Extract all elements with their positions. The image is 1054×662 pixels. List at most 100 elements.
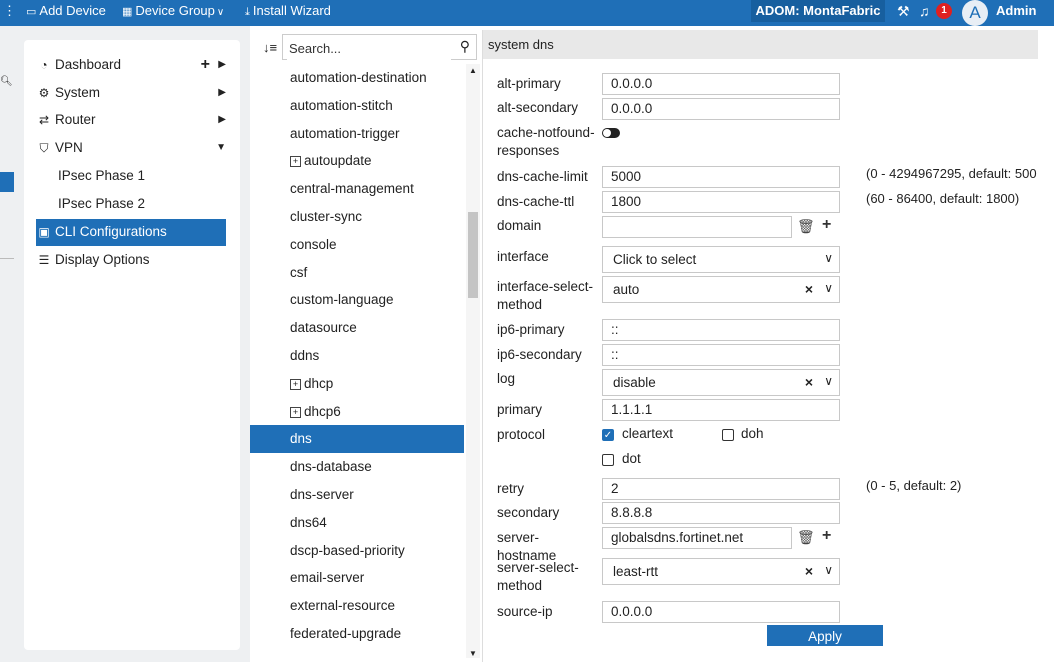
server-hostname-input[interactable]: globalsdns.fortinet.net <box>602 527 792 549</box>
list-item[interactable]: + autoupdate <box>250 147 464 175</box>
cache-notfound-toggle[interactable] <box>602 128 620 138</box>
doh-checkbox[interactable] <box>722 429 734 441</box>
search-icon[interactable]: 🔍︎ <box>0 76 13 87</box>
bell-icon[interactable]: ♫ <box>919 0 930 26</box>
sidebar-item-vpn[interactable]: ⛉ VPN ▼ <box>36 135 236 162</box>
list-item[interactable]: + dhcp <box>250 370 464 398</box>
sidebar-item-router[interactable]: ⇄ Router ▶ <box>36 107 236 134</box>
wrench-icon[interactable]: ⚒ <box>897 0 910 26</box>
clear-icon[interactable]: × <box>805 370 813 395</box>
list-item[interactable]: datasource <box>250 314 464 342</box>
list-item[interactable]: central-management <box>250 175 464 203</box>
sidebar-item-ipsec-phase2[interactable]: IPsec Phase 2 <box>58 191 258 218</box>
search-icon[interactable]: ⚲ <box>460 38 470 55</box>
list-item-label: dscp-based-priority <box>290 542 405 558</box>
field-label: ip6-primary <box>497 322 565 337</box>
source-ip-input[interactable]: 0.0.0.0 <box>602 601 840 623</box>
interface-select[interactable]: Click to select ∨ <box>602 246 840 273</box>
list-item-label: datasource <box>290 320 357 336</box>
install-wizard-button[interactable]: ⤓ Install Wizard <box>245 0 331 26</box>
panel-title: system dns <box>483 30 1039 59</box>
ip6-primary-input[interactable]: :: <box>602 319 840 341</box>
list-item[interactable]: dns <box>250 425 464 454</box>
clear-icon[interactable]: × <box>805 559 813 584</box>
list-item[interactable]: dns64 <box>250 509 464 537</box>
notification-badge: 1 <box>936 3 952 19</box>
add-device-button[interactable]: ▭ Add Device <box>26 0 106 26</box>
list-item[interactable]: federated-upgrade <box>250 620 464 648</box>
collapsed-gutter: 🔍︎ <box>0 26 14 662</box>
device-icon: ▭ <box>26 6 37 18</box>
device-group-button[interactable]: ▦ Device Group ∨ <box>122 0 224 26</box>
list-item[interactable]: automation-stitch <box>250 92 464 120</box>
scrollbar[interactable]: ▲ ▼ <box>466 64 480 658</box>
expand-icon[interactable]: + <box>290 406 301 418</box>
field-label: alt-secondary <box>497 100 579 115</box>
sidebar-item-cli-configurations[interactable]: ▣ CLI Configurations <box>36 219 226 246</box>
checkbox-label: doh <box>741 426 764 441</box>
server-select-method-select[interactable]: least-rtt × ∨ <box>602 558 840 585</box>
list-item[interactable]: csf <box>250 259 464 287</box>
chevron-right-icon: ▶ <box>218 87 226 98</box>
sidebar-item-ipsec-phase1[interactable]: IPsec Phase 1 <box>58 163 258 190</box>
list-item-label: dns64 <box>290 514 327 530</box>
list-item[interactable]: dns-server <box>250 481 464 509</box>
interface-select-method-select[interactable]: auto × ∨ <box>602 276 840 303</box>
expand-icon[interactable]: + <box>290 156 301 168</box>
list-item-label: automation-trigger <box>290 125 400 141</box>
list-item-label: dhcp6 <box>304 403 341 419</box>
list-item[interactable]: external-resource <box>250 592 464 620</box>
list-item[interactable]: automation-destination <box>250 64 464 92</box>
list-item[interactable]: ddns <box>250 342 464 370</box>
field-label: cache-notfound-responses <box>497 125 595 158</box>
avatar[interactable]: A <box>962 0 988 26</box>
retry-input[interactable]: 2 <box>602 478 840 500</box>
sidebar-item-system[interactable]: ⚙ System ▶ <box>36 80 236 107</box>
log-select[interactable]: disable × ∨ <box>602 369 840 396</box>
clear-icon[interactable]: × <box>805 277 813 302</box>
ip6-secondary-input[interactable]: :: <box>602 344 840 366</box>
alt-primary-input[interactable]: 0.0.0.0 <box>602 73 840 95</box>
alt-secondary-input[interactable]: 0.0.0.0 <box>602 98 840 120</box>
cleartext-checkbox[interactable]: ✓ <box>602 429 614 441</box>
list-item[interactable]: + dhcp6 <box>250 398 464 426</box>
list-item[interactable]: custom-language <box>250 286 464 314</box>
range-hint: (60 - 86400, default: 1800) <box>866 191 1020 206</box>
search-box[interactable]: ⚲ <box>282 34 477 60</box>
list-item[interactable]: email-server <box>250 564 464 592</box>
trash-icon[interactable]: 🗑︎ <box>797 529 815 546</box>
dns-cache-limit-input[interactable]: 5000 <box>602 166 840 188</box>
search-input[interactable] <box>287 36 451 60</box>
sidebar-item-dashboard[interactable]: ◔ Dashboard + ▶ <box>36 52 236 79</box>
add-icon[interactable]: + <box>822 216 831 234</box>
expand-icon[interactable]: + <box>290 378 301 390</box>
add-icon[interactable]: + <box>822 527 831 545</box>
list-item[interactable]: console <box>250 231 464 259</box>
domain-input[interactable] <box>602 216 792 238</box>
sidebar-item-display-options[interactable]: ☰ Display Options <box>36 247 236 274</box>
checkbox-label: cleartext <box>622 426 674 441</box>
sort-icon[interactable]: ↓≡ <box>258 38 282 58</box>
add-icon[interactable]: + <box>201 52 210 78</box>
list-item[interactable]: dns-database <box>250 453 464 481</box>
router-icon: ⇄ <box>38 113 50 127</box>
adom-selector[interactable]: ADOM: MontaFabric <box>751 0 885 22</box>
dot-checkbox[interactable] <box>602 454 614 466</box>
settings-panel: system dns alt-primary 0.0.0.0 alt-secon… <box>482 30 1039 662</box>
list-item[interactable]: automation-trigger <box>250 120 464 148</box>
field-label: log <box>497 371 516 386</box>
scroll-up-icon[interactable]: ▲ <box>466 66 480 75</box>
trash-icon[interactable]: 🗑︎ <box>797 218 815 235</box>
primary-input[interactable]: 1.1.1.1 <box>602 399 840 421</box>
user-name[interactable]: Admin <box>996 0 1036 26</box>
apply-button[interactable]: Apply <box>767 625 883 646</box>
menu-dots-icon[interactable]: ⋮ <box>3 0 16 26</box>
list-item[interactable]: cluster-sync <box>250 203 464 231</box>
dns-cache-ttl-input[interactable]: 1800 <box>602 191 840 213</box>
scroll-thumb[interactable] <box>468 212 478 298</box>
list-item-label: dns <box>290 431 312 447</box>
scroll-down-icon[interactable]: ▼ <box>466 649 480 658</box>
secondary-input[interactable]: 8.8.8.8 <box>602 502 840 524</box>
field-label: ip6-secondary <box>497 347 582 362</box>
list-item[interactable]: dscp-based-priority <box>250 537 464 565</box>
